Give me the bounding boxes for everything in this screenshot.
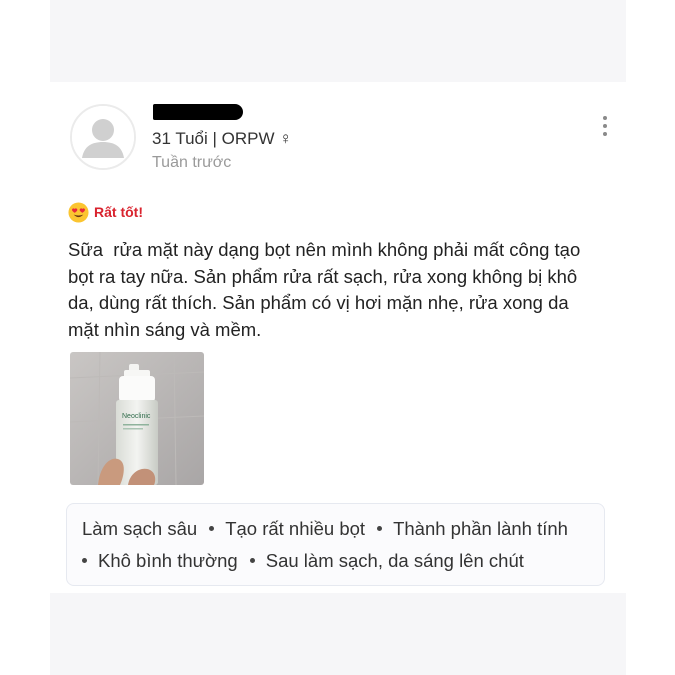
bullet-separator (249, 557, 255, 563)
bullet-separator (209, 525, 215, 531)
tags-line-2: Khô bình thường Sau làm sạch, da sáng lên… (82, 550, 524, 572)
reviewer-meta: 31 Tuổi | ORPW ♀ (152, 129, 292, 148)
review-photo[interactable]: Neoclinic (70, 352, 204, 485)
review-tags-box: Làm sạch sâu Tạo rất nhiều bọt Thành phần … (66, 503, 605, 586)
reviewer-name-redacted (153, 104, 243, 120)
avatar[interactable] (70, 104, 136, 170)
previous-item-area (50, 0, 626, 82)
bullet-separator (82, 557, 87, 563)
tag-item: Làm sạch sâu (82, 518, 198, 539)
tag-item: Thành phần lành tính (393, 518, 568, 539)
review-text: Sữa rửa mặt này dạng bọt nên mình không … (68, 239, 581, 340)
review-time: Tuần trước (152, 154, 232, 171)
tag-item: Khô bình thường (98, 550, 238, 571)
bullet-separator (377, 525, 383, 531)
review-page: 31 Tuổi | ORPW ♀ Tuần trước Rất tốt! Sữa… (0, 0, 675, 675)
rating-badge: Rất tốt! (68, 200, 143, 224)
heart-eyes-emoji-icon (68, 201, 89, 223)
default-avatar-icon (72, 106, 134, 168)
review-card: 31 Tuổi | ORPW ♀ Tuần trước Rất tốt! Sữa… (50, 82, 626, 593)
tag-item: Sau làm sạch, da sáng lên chút (265, 550, 524, 571)
tags-line-1: Làm sạch sâu Tạo rất nhiều bọt Thành phần … (82, 518, 568, 540)
next-item-area (50, 593, 626, 675)
rating-label: Rất tốt! (94, 204, 143, 220)
product-photo-image: Neoclinic (70, 352, 204, 485)
more-vertical-icon[interactable] (598, 116, 612, 140)
bottle-label-text: Neoclinic (122, 413, 151, 420)
tag-item: Tạo rất nhiều bọt (225, 518, 366, 539)
